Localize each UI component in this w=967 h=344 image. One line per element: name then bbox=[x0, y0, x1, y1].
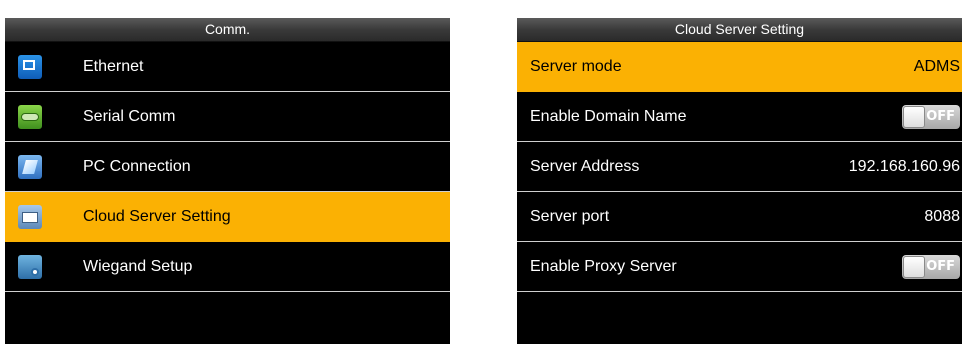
toggle-state: OFF bbox=[926, 108, 955, 124]
cloud-server-setting-screen: Cloud Server Setting Server mode ADMS En… bbox=[517, 18, 962, 344]
toggle-state: OFF bbox=[926, 258, 955, 274]
server-mode-value: ADMS bbox=[913, 57, 960, 75]
domain-name-toggle[interactable]: OFF bbox=[902, 104, 960, 129]
comm-title: Comm. bbox=[5, 18, 450, 42]
setting-enable-domain-name[interactable]: Enable Domain Name OFF bbox=[517, 92, 962, 142]
toggle-knob bbox=[903, 105, 925, 128]
setting-label: Server Address bbox=[530, 157, 640, 175]
proxy-server-toggle[interactable]: OFF bbox=[902, 254, 960, 279]
menu-item-pc-connection[interactable]: PC Connection bbox=[5, 142, 450, 192]
menu-item-label: Serial Comm bbox=[83, 107, 176, 125]
setting-server-address[interactable]: Server Address 192.168.160.96 bbox=[517, 142, 962, 192]
pc-connection-icon bbox=[18, 154, 42, 179]
setting-server-port[interactable]: Server port 8088 bbox=[517, 192, 962, 242]
toggle-knob bbox=[903, 255, 925, 278]
comm-menu-screen: Comm. Ethernet Serial Comm PC Connection… bbox=[5, 18, 450, 344]
menu-item-label: Ethernet bbox=[83, 57, 144, 75]
cloud-server-title: Cloud Server Setting bbox=[517, 18, 962, 42]
menu-item-wiegand-setup[interactable]: Wiegand Setup bbox=[5, 242, 450, 292]
menu-item-label: Cloud Server Setting bbox=[83, 207, 231, 225]
setting-label: Server mode bbox=[530, 57, 622, 75]
ethernet-icon bbox=[18, 54, 42, 79]
server-address-value: 192.168.160.96 bbox=[848, 157, 960, 175]
menu-item-label: PC Connection bbox=[83, 157, 191, 175]
setting-label: Server port bbox=[530, 207, 610, 225]
setting-enable-proxy-server[interactable]: Enable Proxy Server OFF bbox=[517, 242, 962, 292]
menu-item-label: Wiegand Setup bbox=[83, 257, 193, 275]
menu-item-cloud-server-setting[interactable]: Cloud Server Setting bbox=[5, 192, 450, 242]
setting-label: Enable Proxy Server bbox=[530, 257, 677, 275]
setting-server-mode[interactable]: Server mode ADMS bbox=[517, 42, 962, 92]
setting-label: Enable Domain Name bbox=[530, 107, 687, 125]
menu-item-serial-comm[interactable]: Serial Comm bbox=[5, 92, 450, 142]
server-port-value: 8088 bbox=[924, 207, 960, 225]
serial-port-icon bbox=[18, 104, 42, 129]
cloud-server-icon bbox=[18, 204, 42, 229]
menu-item-ethernet[interactable]: Ethernet bbox=[5, 42, 450, 92]
wiegand-icon bbox=[18, 254, 42, 279]
